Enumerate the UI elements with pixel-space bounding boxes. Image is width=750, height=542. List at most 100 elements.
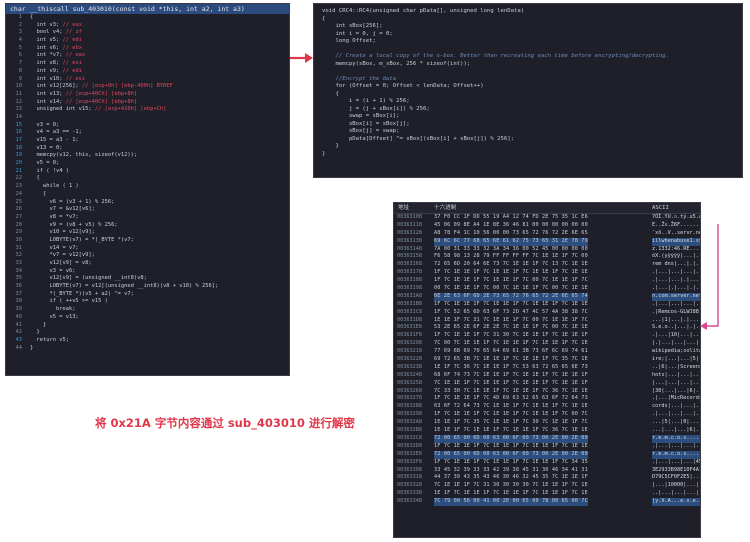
- hex-row[interactable]: 00363148 7A 00 31 33 33 32 3A 34 36 00 52…: [394, 246, 700, 254]
- code-line: 21 if ( !v4 ): [6, 168, 289, 176]
- hex-address: 003631E8: [397, 324, 422, 331]
- hex-row[interactable]: 00363318 44 37 39 43 35 43 46 30 46 32 45…: [394, 474, 700, 482]
- hex-row[interactable]: 00363158 F6 58 98 13 28 79 FF FF FF FF 7C…: [394, 253, 700, 261]
- hex-ascii: ire;|...|...|5|.: [652, 356, 701, 363]
- code-line: 5 int v6; // ebx: [6, 45, 289, 53]
- hex-ascii: ...|1|...|.|...|: [652, 316, 701, 323]
- line-number: 39: [15, 306, 23, 313]
- hex-bytes: 33 45 32 39 33 33 42 39 38 45 31 30 46 3…: [434, 466, 588, 473]
- hex-row[interactable]: 00363118 45 06 09 8E A4 1E 8E 36 46 81 00…: [394, 222, 700, 230]
- caption-text: 将 0x21A 字节内容通过 sub_403010 进行解密: [95, 416, 355, 430]
- hex-row[interactable]: 00363258 7C 1E 1E 1F 7C 1E 1E 1F 7C 1E 1E…: [394, 380, 700, 388]
- hex-address: 00363288: [397, 403, 422, 410]
- hex-bytes: 6E 2E 63 6F 6D 2E 73 65 72 76 65 72 2E 6…: [434, 292, 588, 301]
- line-number: 16: [15, 129, 23, 136]
- hex-row[interactable]: 00363178 1F 7C 1E 1E 1F 7C 1E 1E 1F 7C 1E…: [394, 269, 700, 277]
- hex-bytes: 77 69 6B 69 70 65 64 69 61 3B 73 6F 6C 6…: [434, 348, 588, 355]
- line-number: 8: [18, 67, 22, 74]
- code-text: }: [30, 329, 40, 336]
- code-text: v6 = (v3 + 1) % 256;: [30, 198, 115, 205]
- source-line: {: [322, 15, 326, 22]
- code-line: 38 if ( ++v5 >= v15 ): [6, 298, 289, 306]
- line-number: 22: [15, 175, 23, 182]
- hex-row[interactable]: 003631B8 1F 7C 1E 1E 1F 7C 1E 1E 1F 7C 1E…: [394, 301, 700, 309]
- line-number: 10: [15, 83, 23, 90]
- hex-address: 00363238: [397, 363, 422, 370]
- hex-row[interactable]: 00363168 72 65 6D 20 64 6E 73 7C 1E 1E 1F…: [394, 261, 700, 269]
- hex-row[interactable]: 00363338 1E 1F 7C 1E 1E 1F 7C 1E 1E 1F 7C…: [394, 490, 700, 498]
- hex-row[interactable]: 00363208 7C 00 7C 1E 1E 1F 7C 1E 1E 1F 7C…: [394, 340, 700, 348]
- code-text: int v9; // edi: [30, 67, 82, 74]
- line-number: 12: [15, 98, 23, 105]
- line-number: 20: [15, 160, 23, 167]
- code-line: 2 int v3; // eax: [6, 22, 289, 30]
- hex-address: 00363158: [397, 253, 422, 260]
- hex-address: 00363178: [397, 269, 422, 276]
- line-number: 3: [18, 29, 22, 36]
- hex-row[interactable]: 00363348 7C 79 00 56 00 41 00 2E 00 65 00…: [394, 498, 700, 506]
- hex-row[interactable]: 003631F8 1F 7C 1E 1E 1F 7C 31 30 7C 1E 1E…: [394, 332, 700, 340]
- code-text: v14 = v7;: [30, 244, 79, 251]
- hex-address: 003631F8: [397, 332, 422, 339]
- hex-row[interactable]: 00363328 7C 1E 1E 1F 7C 31 30 30 30 30 7C…: [394, 482, 700, 490]
- hex-row[interactable]: 00363108 37 F0 CC 1F DD 55 19 A4 12 74 FD…: [394, 214, 700, 222]
- hex-row[interactable]: 00363218 77 69 6B 69 70 65 64 69 61 3B 73…: [394, 348, 700, 356]
- hex-row[interactable]: 00363238 1E 1F 7C 36 7C 1E 1E 1F 7C 53 63…: [394, 364, 700, 372]
- hex-ascii: |y.V.A...e.x.e.|: [652, 498, 701, 506]
- hex-rows: 00363108 37 F0 CC 1F DD 55 19 A4 12 74 FD…: [394, 214, 700, 506]
- hex-address: 003632E8: [397, 450, 422, 457]
- code-line: 33 v12[v9] = v8;: [6, 260, 289, 268]
- source-line: void CRC4::RC4(unsigned char pData[], un…: [322, 8, 525, 14]
- hex-row[interactable]: 00363228 69 72 65 3B 7C 1E 1E 1F 7C 1E 1E…: [394, 356, 700, 364]
- hex-row[interactable]: 00363298 1F 7C 1E 1E 1F 7C 1E 1E 1F 7C 1E…: [394, 411, 700, 419]
- hex-row[interactable]: 003632D8 1F 7C 1E 1E 1F 7C 1E 1E 1F 7C 1E…: [394, 443, 700, 451]
- hex-row[interactable]: 00363268 7C 33 30 7C 1E 1E 1F 7C 1E 1E 1F…: [394, 388, 700, 396]
- source-line: [322, 46, 734, 54]
- line-number: 24: [15, 190, 23, 197]
- hex-row[interactable]: 003631A8 6E 2E 63 6F 6D 2E 73 65 72 76 65…: [394, 292, 700, 301]
- hex-row[interactable]: 003631E8 53 2E 65 2E 6F 2E 2E 7C 1E 1E 1F…: [394, 324, 700, 332]
- hex-row[interactable]: 003631D8 1E 1E 1F 7C 31 7C 1E 1E 1F 7C 00…: [394, 317, 700, 325]
- arrow-right-icon: [290, 53, 313, 63]
- line-number: 18: [15, 144, 23, 151]
- hex-row[interactable]: 003632A8 1E 1E 1F 7C 35 7C 1E 1E 1F 7C 30…: [394, 419, 700, 427]
- hex-row[interactable]: 003631C8 1F 7C 52 65 6D 63 6F 73 2D 47 4C…: [394, 309, 700, 317]
- code-text: LOBYTE(v7) = v12[(unsigned __int8)(v8 + …: [30, 283, 219, 290]
- hex-bytes: 1F 7C 1E 1E 1F 7C 31 30 7C 1E 1E 1F 7C 1…: [434, 332, 588, 339]
- source-code-panel: void CRC4::RC4(unsigned char pData[], un…: [313, 3, 743, 178]
- hex-row[interactable]: 003632C8 72 00 65 00 6D 00 63 00 6F 00 73…: [394, 434, 700, 443]
- line-number: 28: [15, 221, 23, 228]
- ascii-column-header: ASCII: [652, 205, 669, 211]
- source-line: int i = 0, j = 0;: [322, 30, 393, 37]
- hex-row[interactable]: 00363128 A8 78 F4 1C 10 56 00 00 73 65 72…: [394, 230, 700, 238]
- decompiler-panel: char __thiscall sub_403010(const void *t…: [5, 3, 290, 376]
- hex-row[interactable]: 00363198 00 7C 1E 1E 1F 7C 00 7C 1E 1E 1F…: [394, 285, 700, 293]
- hex-row[interactable]: 00363248 68 6F 74 73 7C 1E 1E 1F 7C 1E 1E…: [394, 372, 700, 380]
- code-line: 10 int v12[256]; // [esp+0h] [ebp-400h] …: [6, 83, 289, 91]
- hex-address: 003632A8: [397, 419, 422, 426]
- code-text: v9 = (v8 + v5) % 256;: [30, 221, 118, 228]
- hex-bytes: 7C 33 30 7C 1E 1E 1F 7C 1E 1E 1F 7C 36 7…: [434, 387, 588, 394]
- hex-row[interactable]: 00363288 63 6F 72 64 73 7C 1E 1E 1F 7C 1E…: [394, 403, 700, 411]
- hex-row[interactable]: 00363138 69 6C 6C 77 68 65 6E 61 62 75 73…: [394, 237, 700, 246]
- hex-row[interactable]: 00363188 1F 7C 1E 1E 1F 7C 1E 1E 1F 7C 00…: [394, 277, 700, 285]
- code-line: 4 int v5; // edi: [6, 37, 289, 45]
- hex-row[interactable]: 00363278 1F 7C 1E 1E 1F 7C 4D 69 63 52 65…: [394, 395, 700, 403]
- hex-row[interactable]: 003632F8 1F 7C 1E 1E 1F 7C 1E 1E 1F 7C 1E…: [394, 459, 700, 467]
- hex-address: 00363108: [397, 214, 422, 220]
- hex-row[interactable]: 003632B8 1E 1E 1F 7C 1E 1E 1F 7C 1E 1E 1F…: [394, 427, 700, 435]
- code-text: v7 = &v12[v6];: [30, 206, 95, 213]
- hex-row[interactable]: 00363308 33 45 32 39 33 33 42 39 38 45 31…: [394, 467, 700, 475]
- code-text: v5 = v13;: [30, 313, 79, 320]
- hex-row[interactable]: 003632E8 72 00 65 00 6D 00 63 00 6F 00 73…: [394, 450, 700, 459]
- hex-address: 003631C8: [397, 308, 422, 315]
- code-text: int v6; // ebx: [30, 44, 82, 51]
- hex-address: 00363328: [397, 482, 422, 489]
- hex-bytes: 44 37 39 43 35 43 46 30 46 32 45 35 7C 1…: [434, 474, 588, 481]
- code-line: 37 *(_BYTE *)(v5 + a2) ^= v7;: [6, 291, 289, 299]
- hex-bytes: 00 7C 1E 1E 1F 7C 00 7C 1E 1E 1F 7C 00 7…: [434, 285, 588, 292]
- code-text: v15 = a3 - 1;: [30, 137, 79, 143]
- hex-address: 00363338: [397, 490, 422, 497]
- code-text: }: [30, 321, 47, 328]
- source-line: i = (i + 1) % 256;: [322, 98, 410, 104]
